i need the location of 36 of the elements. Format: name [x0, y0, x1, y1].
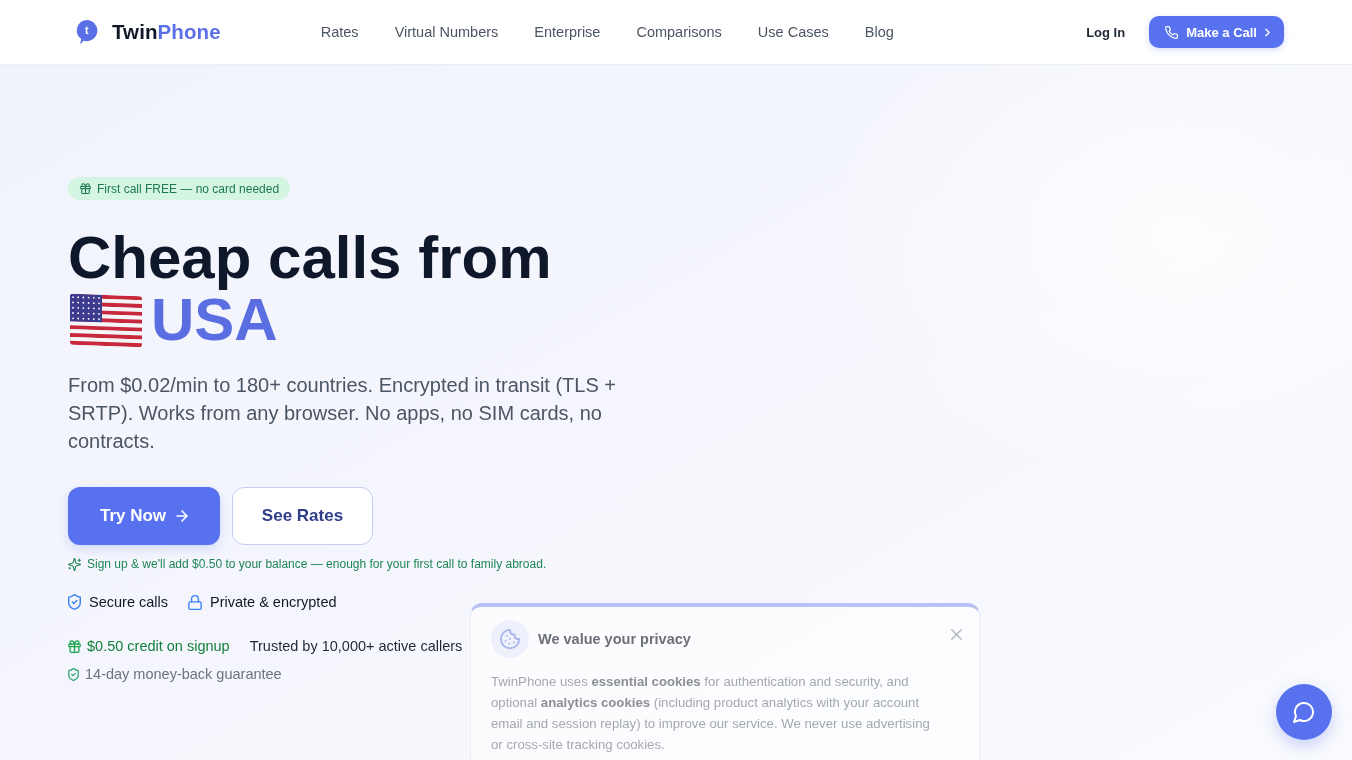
- cta-button[interactable]: Try Now: [68, 487, 220, 545]
- nav-link[interactable]: Enterprise: [534, 24, 601, 40]
- hero-heading: Cheap calls from: [68, 227, 552, 289]
- lock-icon: [188, 594, 202, 610]
- gift-icon: [80, 183, 91, 194]
- nav-link[interactable]: Use Cases: [757, 24, 829, 40]
- gift-icon: [68, 639, 81, 653]
- logo-icon: t: [75, 19, 98, 45]
- nav-link[interactable]: Rates: [320, 24, 359, 40]
- bonus-note: Sign up & we'll add $0.50 to your balance — enough for your first call to family abroad.: [87, 557, 547, 571]
- country-name: USA: [151, 289, 278, 351]
- promo-text: First call FREE — no card needed: [97, 181, 280, 196]
- chevron-icon: [1265, 27, 1270, 37]
- login-link[interactable]: Log In: [1086, 24, 1126, 40]
- nav-link[interactable]: Comparisons: [636, 24, 722, 40]
- sparkle-icon: [68, 557, 81, 571]
- hero-description: From $0.02/min to 180+ countries. Encrypted in transit (TLS + SRTP). Works from any browser. No apps, no SIM cards, no contracts.: [68, 373, 618, 454]
- outline-button[interactable]: See Rates: [232, 487, 373, 545]
- brand-name: TwinPhone: [112, 20, 221, 44]
- close-icon: [951, 629, 962, 640]
- phone-icon: [1165, 25, 1179, 39]
- cookie-text: TwinPhone uses essential cookies for authentication and security, and optional analytics cookies (including product analytics with your account email and session replay) to improve our service. We never use advertising or cross-site tracking cookies.: [491, 673, 931, 754]
- us-flag-icon: [70, 293, 142, 347]
- cookie-title: We value your privacy: [538, 631, 691, 647]
- nav-link[interactable]: Virtual Numbers: [394, 24, 499, 40]
- feature-label: Secure calls: [89, 594, 168, 610]
- chat-icon: [1293, 701, 1315, 723]
- trust-label: Trusted by 10,000+ active callers: [249, 638, 463, 654]
- guarantee-label: 14-day money-back guarantee: [85, 666, 282, 682]
- cookie-icon: [491, 620, 529, 658]
- nav-link[interactable]: Blog: [864, 24, 894, 40]
- feature-label: Private & encrypted: [210, 594, 337, 610]
- make-call-button[interactable]: Make a Call: [1149, 16, 1284, 48]
- credit-label: $0.50 credit on signup: [87, 638, 230, 654]
- shield-check-icon: [68, 594, 81, 610]
- shield-check-icon: [68, 667, 79, 681]
